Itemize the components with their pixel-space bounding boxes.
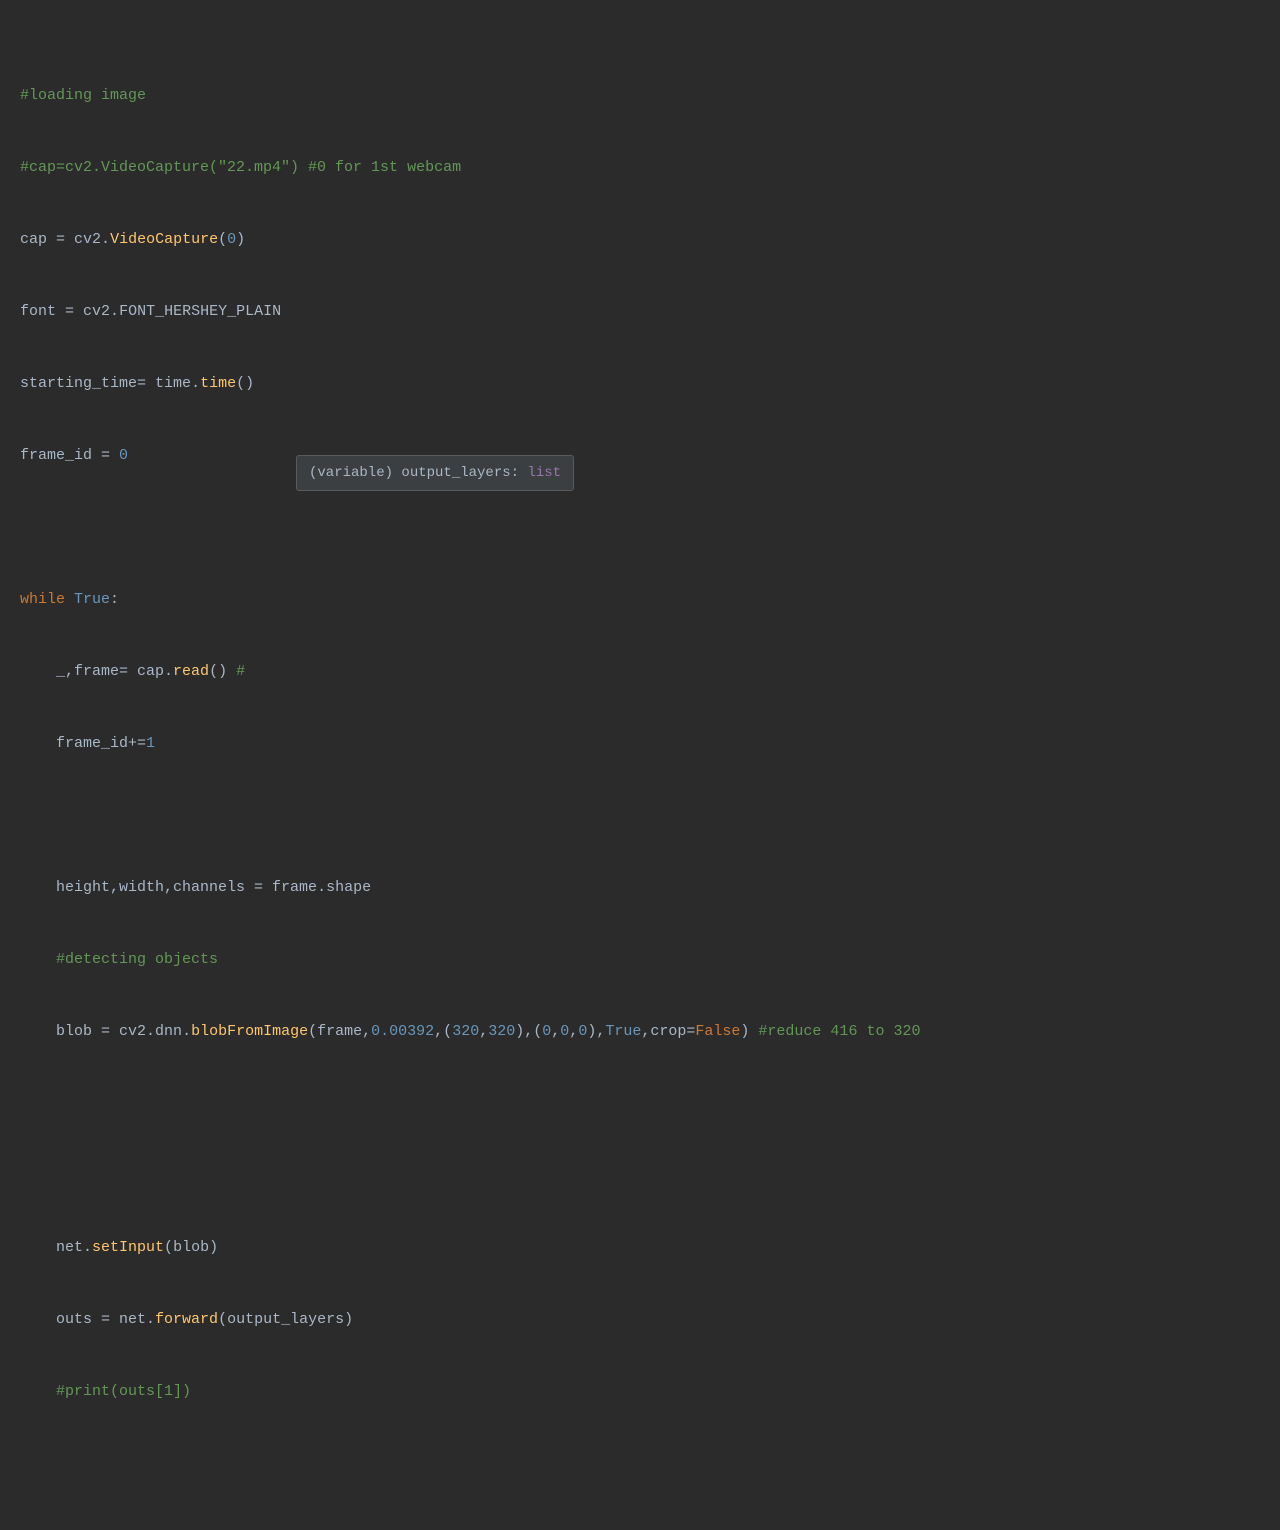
- line-1: #loading image: [20, 84, 1260, 108]
- line-3: cap = cv2.VideoCapture(0): [20, 228, 1260, 252]
- line-blank-1: [20, 516, 1260, 540]
- line-outs: outs = net.forward(output_layers): [20, 1308, 1260, 1332]
- code-editor: #loading image #cap=cv2.VideoCapture("22…: [0, 0, 1280, 1530]
- line-4: font = cv2.FONT_HERSHEY_PLAIN: [20, 300, 1260, 324]
- comment-loading: #loading image: [20, 87, 146, 104]
- variable-tooltip: (variable) output_layers: list: [296, 455, 574, 491]
- tooltip-prefix: (variable) output_layers:: [309, 465, 527, 481]
- line-blank-6: [20, 1524, 1260, 1530]
- line-shape: height,width,channels = frame.shape: [20, 876, 1260, 900]
- line-blank-4: [20, 1164, 1260, 1188]
- line-blank-3: [20, 1092, 1260, 1116]
- line-print-comment: #print(outs[1]): [20, 1380, 1260, 1404]
- line-setinput: net.setInput(blob): [20, 1236, 1260, 1260]
- line-comment-detecting: #detecting objects: [20, 948, 1260, 972]
- tooltip-type: list: [527, 465, 561, 481]
- line-blank-2: [20, 804, 1260, 828]
- line-frameid: frame_id+=1: [20, 732, 1260, 756]
- line-read: _,frame= cap.read() #: [20, 660, 1260, 684]
- line-while: while True:: [20, 588, 1260, 612]
- var-cap: cap: [20, 231, 47, 248]
- line-6: frame_id = 0: [20, 444, 1260, 468]
- line-blank-5: [20, 1452, 1260, 1476]
- line-2: #cap=cv2.VideoCapture("22.mp4") #0 for 1…: [20, 156, 1260, 180]
- line-5: starting_time= time.time(): [20, 372, 1260, 396]
- line-blob: blob = cv2.dnn.blobFromImage(frame,0.003…: [20, 1020, 1260, 1044]
- comment-cap-video: #cap=cv2.VideoCapture("22.mp4") #0 for 1…: [20, 159, 461, 176]
